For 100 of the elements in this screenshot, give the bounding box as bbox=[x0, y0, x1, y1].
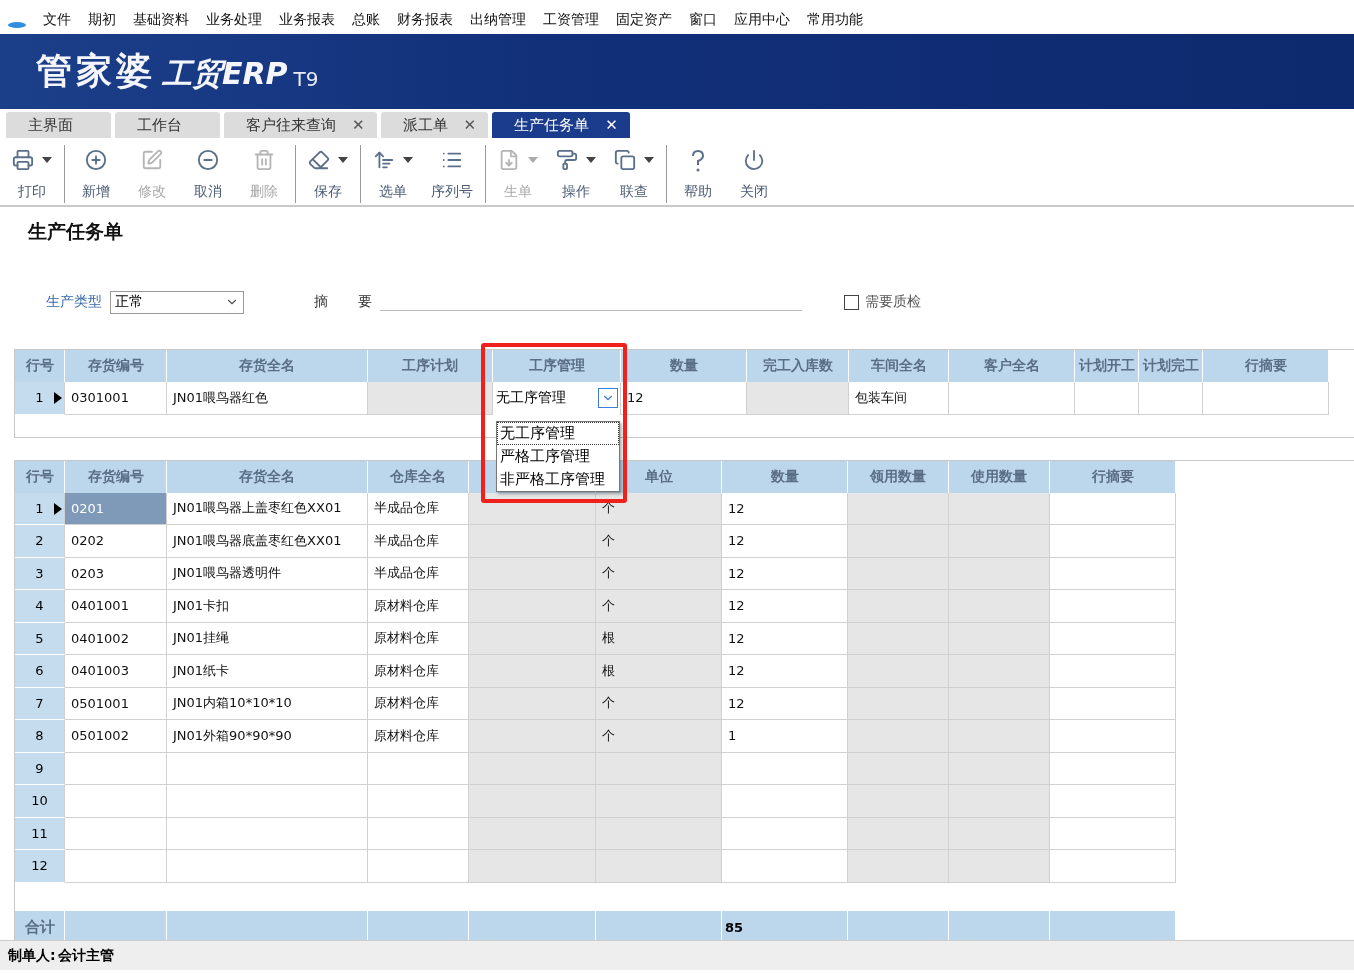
menu-item[interactable]: 总账 bbox=[352, 11, 380, 29]
toolbar-button[interactable]: 联查 bbox=[610, 145, 658, 203]
row-number: 10 bbox=[15, 785, 65, 818]
toolbar-button[interactable]: 关闭 bbox=[731, 145, 777, 203]
table-cell: 原材料仓库 bbox=[368, 590, 469, 623]
column-header: 存货编号 bbox=[65, 460, 167, 493]
column-header: 计划完工 bbox=[1139, 350, 1203, 382]
table-cell: 个 bbox=[596, 720, 722, 753]
toolbar-button[interactable]: 选单 bbox=[369, 145, 417, 203]
caret-icon[interactable] bbox=[338, 157, 348, 163]
power-icon bbox=[743, 149, 765, 171]
table-cell: 12 bbox=[722, 590, 848, 623]
menu-item[interactable]: 期初 bbox=[88, 11, 116, 29]
column-header: 存货全名 bbox=[167, 350, 368, 382]
table-cell: 12 bbox=[621, 382, 747, 415]
table-cell: 0501002 bbox=[65, 720, 167, 753]
menu-item[interactable]: 基础资料 bbox=[133, 11, 189, 29]
table-cell: JN01内箱10*10*10 bbox=[167, 687, 368, 720]
menu-item[interactable]: 窗口 bbox=[689, 11, 717, 29]
table-cell: 根 bbox=[596, 655, 722, 688]
close-icon[interactable]: ✕ bbox=[352, 116, 365, 134]
table-cell: 0401001 bbox=[65, 590, 167, 623]
field-label: 生产类型 bbox=[46, 293, 102, 311]
close-icon[interactable]: ✕ bbox=[463, 116, 477, 134]
tab[interactable]: 主界面 bbox=[6, 112, 111, 138]
toolbar-button[interactable]: 取消 bbox=[185, 145, 231, 203]
toolbar-button[interactable]: 新增 bbox=[73, 145, 119, 203]
tab[interactable]: 客户往来查询 ✕ bbox=[224, 112, 377, 138]
toolbar-button[interactable]: 保存 bbox=[304, 145, 352, 203]
menu-item[interactable]: 应用中心 bbox=[734, 11, 790, 29]
table-cell: 0401003 bbox=[65, 655, 167, 688]
column-header: 行摘要 bbox=[1050, 460, 1176, 493]
dropdown-option[interactable]: 无工序管理 bbox=[497, 422, 619, 445]
menu-item[interactable]: 固定资产 bbox=[616, 11, 672, 29]
table-cell: 原材料仓库 bbox=[368, 720, 469, 753]
row-number: 5 bbox=[15, 622, 65, 655]
table-cell bbox=[1075, 382, 1139, 415]
row-number: 11 bbox=[15, 817, 65, 850]
table-cell: JN01喂鸟器底盖枣红色XX01 bbox=[167, 525, 368, 558]
toolbar-button[interactable]: 打印 bbox=[8, 145, 56, 203]
row-number: 6 bbox=[15, 655, 65, 688]
column-header: 存货编号 bbox=[65, 350, 167, 382]
trash-icon bbox=[253, 149, 275, 171]
caret-icon[interactable] bbox=[403, 157, 413, 163]
toolbar-button[interactable]: 帮助 bbox=[675, 145, 721, 203]
close-icon[interactable]: ✕ bbox=[605, 116, 618, 134]
table-cell: 个 bbox=[596, 590, 722, 623]
column-header: 领用数量 bbox=[848, 460, 949, 493]
tab[interactable]: 派工单 ✕ bbox=[380, 112, 489, 138]
page-title: 生产任务单 bbox=[26, 219, 124, 244]
table-cell: 0201 bbox=[65, 492, 167, 525]
table-cell: 0203 bbox=[65, 557, 167, 590]
table-cell: JN01纸卡 bbox=[167, 655, 368, 688]
toolbar-button[interactable]: 序列号 bbox=[427, 145, 477, 203]
row-number: 12 bbox=[15, 850, 65, 883]
printer-icon bbox=[12, 149, 34, 171]
menu-item[interactable]: 文件 bbox=[43, 11, 71, 29]
row-number: 3 bbox=[15, 557, 65, 590]
table-cell: 半成品仓库 bbox=[368, 492, 469, 525]
type-select[interactable]: 正常 bbox=[110, 290, 244, 314]
row-number: 8 bbox=[15, 720, 65, 753]
table-cell: 个 bbox=[596, 687, 722, 720]
tab[interactable]: 生产任务单 ✕ bbox=[492, 112, 630, 138]
table-cell: 原材料仓库 bbox=[368, 687, 469, 720]
menu-item[interactable]: 工资管理 bbox=[543, 11, 599, 29]
brand-logo: 管家婆 bbox=[36, 49, 156, 93]
edit-icon bbox=[141, 149, 163, 171]
table-cell: 原材料仓库 bbox=[368, 655, 469, 688]
column-header: 客户全名 bbox=[949, 350, 1075, 382]
column-header: 行号 bbox=[15, 460, 65, 493]
menu-item[interactable]: 业务处理 bbox=[206, 11, 262, 29]
field-label: 要 bbox=[358, 293, 372, 311]
chevron-down-icon[interactable] bbox=[598, 388, 618, 409]
eraser-icon bbox=[308, 149, 330, 171]
plus-icon bbox=[85, 149, 107, 171]
column-header: 计划开工 bbox=[1075, 350, 1139, 382]
row-number: 7 bbox=[15, 687, 65, 720]
tab[interactable]: 工作台 bbox=[115, 112, 220, 138]
row-number: 9 bbox=[15, 752, 65, 785]
menu-item[interactable]: 业务报表 bbox=[279, 11, 335, 29]
menu-item[interactable]: 出纳管理 bbox=[470, 11, 526, 29]
caret-icon[interactable] bbox=[42, 157, 52, 163]
column-header: 行号 bbox=[15, 350, 65, 382]
table-cell bbox=[1139, 382, 1203, 415]
table-cell: 半成品仓库 bbox=[368, 525, 469, 558]
process-select[interactable]: 无工序管理 bbox=[493, 382, 621, 415]
table-cell: JN01喂鸟器红色 bbox=[167, 382, 368, 415]
menu-item[interactable]: 常用功能 bbox=[807, 11, 863, 29]
checkbox[interactable] bbox=[844, 294, 859, 310]
status-label: 制单人: bbox=[8, 946, 56, 965]
document-icon bbox=[498, 149, 520, 171]
current-row-icon bbox=[54, 502, 62, 515]
row-number: 2 bbox=[15, 525, 65, 558]
caret-icon[interactable] bbox=[644, 157, 654, 163]
table-cell: 个 bbox=[596, 557, 722, 590]
table-cell: 0401002 bbox=[65, 622, 167, 655]
toolbar-button[interactable]: 操作 bbox=[552, 145, 600, 203]
caret-icon[interactable] bbox=[586, 157, 596, 163]
menu-item[interactable]: 财务报表 bbox=[397, 11, 453, 29]
table-cell: 12 bbox=[722, 687, 848, 720]
